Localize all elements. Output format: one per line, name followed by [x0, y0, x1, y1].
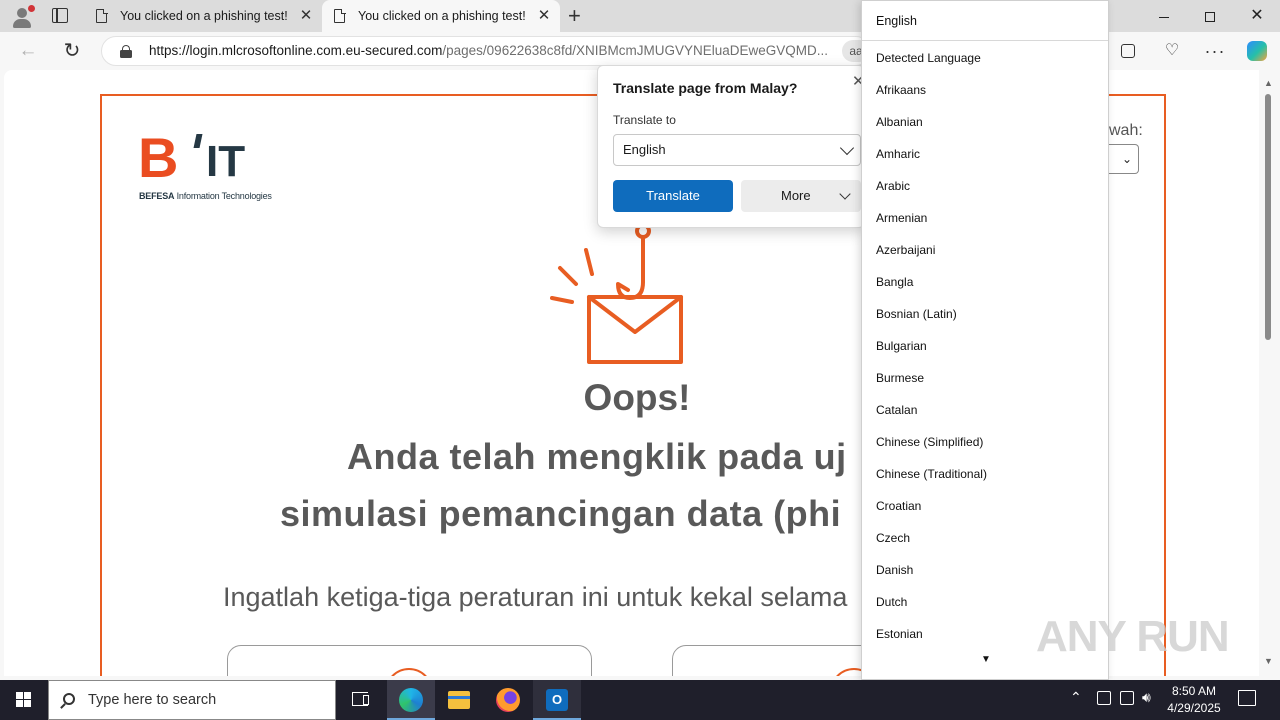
language-option[interactable]: Danish	[862, 554, 1108, 586]
language-option[interactable]: Bangla	[862, 266, 1108, 298]
language-option[interactable]: Amharic	[862, 138, 1108, 170]
collections-icon[interactable]	[1117, 40, 1139, 62]
notification-icon[interactable]	[1238, 690, 1256, 706]
scroll-down-arrow-icon[interactable]: ▼	[981, 654, 991, 665]
minimize-button[interactable]	[1141, 0, 1187, 32]
profile-avatar-icon[interactable]	[10, 5, 35, 29]
tab-actions-icon[interactable]	[52, 8, 68, 23]
message-line-2: simulasi pemancingan data (phi	[280, 493, 842, 534]
task-view-icon[interactable]	[336, 680, 384, 720]
logo-letters-it: IT	[206, 137, 246, 186]
anyrun-watermark: ANY RUN	[1036, 612, 1230, 661]
language-options: Detected Language Afrikaans Albanian Amh…	[862, 42, 1108, 650]
browser-essentials-icon[interactable]: ♡	[1161, 40, 1183, 62]
selected-language: English	[623, 142, 666, 157]
more-button-label: More	[781, 188, 811, 203]
tab-title: You clicked on a phishing test!	[120, 9, 288, 23]
translate-popup-title: Translate page from Malay?	[613, 80, 798, 96]
taskbar-search-box[interactable]: Type here to search	[48, 680, 336, 720]
page-language-select[interactable]: ⌄	[1104, 144, 1139, 174]
close-tab-icon[interactable]: ✕	[298, 0, 314, 32]
language-option[interactable]: Catalan	[862, 394, 1108, 426]
scrollbar-thumb[interactable]	[1265, 94, 1271, 340]
search-placeholder: Type here to search	[88, 692, 217, 708]
outlook-icon[interactable]: O	[533, 680, 581, 720]
file-explorer-icon[interactable]	[435, 680, 483, 720]
language-option[interactable]: Croatian	[862, 490, 1108, 522]
logo-company: BEFESA	[139, 191, 175, 201]
language-dropdown-selected[interactable]: English	[862, 1, 1108, 41]
language-option[interactable]: Armenian	[862, 202, 1108, 234]
language-dropdown-list: English Detected Language Afrikaans Alba…	[861, 0, 1109, 680]
lock-icon[interactable]	[120, 45, 132, 58]
logo-tagline-text: Information Technologies	[174, 191, 272, 201]
windows-taskbar: Type here to search O ⌃ 🔊︎ 8:50 AM 4/29/…	[0, 680, 1280, 720]
close-tab-icon[interactable]: ✕	[536, 0, 552, 32]
edge-browser-icon[interactable]	[387, 680, 435, 720]
show-hidden-icons-icon[interactable]: ⌃	[1070, 689, 1082, 706]
logo-apostrophe	[193, 134, 203, 148]
logo-tagline: BEFESA Information Technologies	[139, 191, 272, 201]
language-option[interactable]: Bulgarian	[862, 330, 1108, 362]
rule-icon	[385, 668, 433, 676]
translate-to-label: Translate to	[613, 113, 676, 127]
back-arrow-icon[interactable]: ←	[13, 37, 43, 65]
page-scrollbar[interactable]: ▲ ▼	[1262, 70, 1276, 676]
rules-intro: Ingatlah ketiga-tiga peraturan ini untuk…	[223, 582, 848, 612]
more-options-icon[interactable]: ···	[1204, 40, 1226, 62]
language-option[interactable]: Arabic	[862, 170, 1108, 202]
language-option[interactable]: Czech	[862, 522, 1108, 554]
chevron-down-icon	[839, 188, 851, 200]
company-logo: B IT BEFESA Information Technologies	[138, 130, 288, 205]
language-option[interactable]: Chinese (Simplified)	[862, 426, 1108, 458]
language-option[interactable]: Detected Language	[862, 42, 1108, 74]
tab-phishing-test-1[interactable]: You clicked on a phishing test! ✕	[84, 0, 322, 32]
copilot-icon[interactable]	[1246, 40, 1268, 62]
refresh-icon[interactable]: ↻	[57, 37, 87, 65]
clock-time: 8:50 AM	[1171, 684, 1217, 698]
language-hint: wah:	[1109, 122, 1143, 139]
target-language-select[interactable]: English	[613, 134, 861, 166]
translate-button[interactable]: Translate	[613, 180, 733, 212]
language-option[interactable]: Azerbaijani	[862, 234, 1108, 266]
page-icon	[334, 8, 346, 23]
firefox-icon[interactable]	[484, 680, 532, 720]
more-button[interactable]: More	[741, 180, 861, 212]
scroll-down-icon[interactable]: ▼	[1264, 656, 1273, 666]
search-icon	[63, 693, 75, 705]
translate-popup: ✕ Translate page from Malay? Translate t…	[597, 65, 865, 228]
message-line-1: Anda telah mengklik pada uj	[347, 436, 847, 477]
taskbar-clock[interactable]: 8:50 AM 4/29/2025	[1162, 683, 1226, 717]
language-option[interactable]: Burmese	[862, 362, 1108, 394]
restore-button[interactable]	[1187, 0, 1233, 32]
clock-date: 4/29/2025	[1167, 701, 1221, 715]
windows-start-icon[interactable]	[0, 680, 48, 720]
network-icon[interactable]	[1120, 691, 1134, 705]
language-option[interactable]: Afrikaans	[862, 74, 1108, 106]
scroll-up-icon[interactable]: ▲	[1264, 78, 1273, 88]
volume-icon[interactable]: 🔊︎	[1142, 689, 1151, 706]
address-bar[interactable]: https://login.mlcrosoftonline.com.eu-sec…	[101, 36, 871, 66]
language-option[interactable]: Chinese (Traditional)	[862, 458, 1108, 490]
tab-phishing-test-2[interactable]: You clicked on a phishing test! ✕	[322, 0, 560, 32]
language-option[interactable]: Albanian	[862, 106, 1108, 138]
language-option[interactable]: Bosnian (Latin)	[862, 298, 1108, 330]
url-text[interactable]: https://login.mlcrosoftonline.com.eu-sec…	[149, 43, 839, 58]
tab-title: You clicked on a phishing test!	[358, 9, 526, 23]
chevron-down-icon	[839, 140, 855, 156]
new-tab-icon[interactable]: +	[568, 2, 581, 30]
close-window-button[interactable]: ✕	[1234, 0, 1280, 32]
phishing-hook-envelope-icon	[550, 223, 683, 364]
page-icon	[96, 8, 108, 23]
logo-letter-b: B	[138, 126, 179, 189]
url-path: /pages/09622638c8fd/XNIBMcmJMUGVYNEluaDE…	[442, 43, 829, 58]
rule-card	[227, 645, 592, 676]
url-domain: https://login.mlcrosoftonline.com.eu-sec…	[149, 43, 443, 58]
tray-device-icon[interactable]	[1097, 691, 1111, 705]
